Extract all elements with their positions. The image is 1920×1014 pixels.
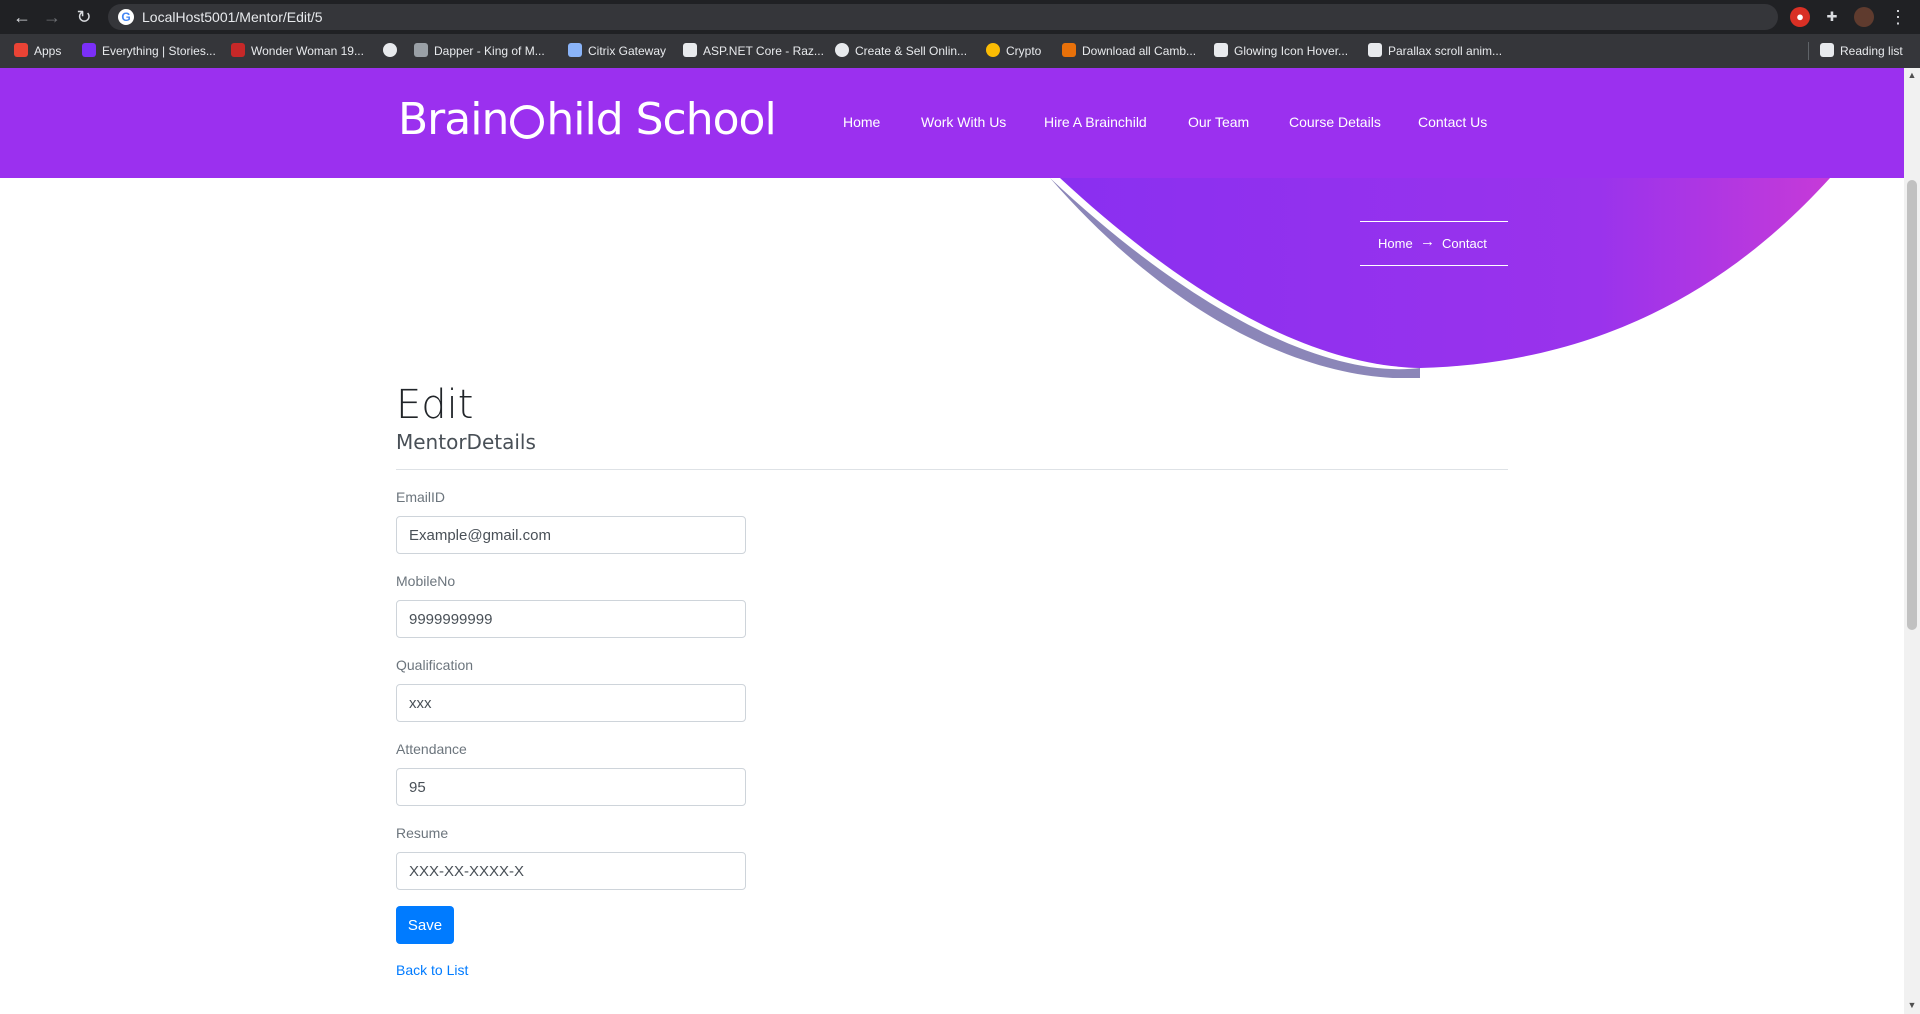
bookmarks-bar: Apps Everything | Stories... Wonder Woma…: [0, 34, 1920, 69]
qualification-label: Qualification: [396, 657, 474, 673]
bookmark-item[interactable]: Download all Camb...: [1062, 42, 1196, 60]
bookmark-item[interactable]: [383, 42, 403, 60]
nav-our-team[interactable]: Our Team: [1188, 114, 1249, 130]
nav-course-details[interactable]: Course Details: [1289, 114, 1381, 130]
logo-mark-icon: [510, 105, 545, 139]
codepen-icon: [1368, 43, 1382, 57]
bookmark-item[interactable]: Glowing Icon Hover...: [1214, 42, 1348, 60]
codepen-icon: [1214, 43, 1228, 57]
attendance-field[interactable]: [396, 768, 746, 806]
extension-icon[interactable]: ●: [1790, 7, 1810, 27]
avatar[interactable]: [1854, 7, 1874, 27]
bookmark-apps[interactable]: Apps: [14, 42, 61, 60]
bookmark-item[interactable]: Create & Sell Onlin...: [835, 42, 967, 60]
bookmark-favicon-icon: [82, 43, 96, 57]
scroll-down-icon[interactable]: ▼: [1904, 998, 1920, 1012]
breadcrumb-home[interactable]: Home: [1378, 236, 1413, 251]
lock-icon: [568, 43, 582, 57]
reading-list-icon: [1820, 43, 1834, 57]
bookmark-favicon-icon: [414, 43, 428, 57]
bookmark-item[interactable]: Everything | Stories...: [82, 42, 216, 60]
apps-icon: [14, 43, 28, 57]
bookmark-item[interactable]: Parallax scroll anim...: [1368, 42, 1502, 60]
bookmark-favicon-icon: [1062, 43, 1076, 57]
site-logo[interactable]: Brain hild School: [398, 94, 777, 145]
address-url[interactable]: LocalHost5001/Mentor/Edit/5: [142, 9, 323, 25]
qualification-field[interactable]: [396, 684, 746, 722]
save-button[interactable]: Save: [396, 906, 454, 944]
reload-icon[interactable]: ↻: [72, 5, 96, 29]
breadcrumb-current: Contact: [1442, 236, 1487, 251]
site-header: Brain hild School Home Work With Us Hire …: [0, 68, 1904, 178]
google-icon: G: [118, 9, 134, 25]
coin-icon: [986, 43, 1000, 57]
bookmark-item[interactable]: ASP.NET Core - Raz...: [683, 42, 824, 60]
bookmark-item[interactable]: Crypto: [986, 42, 1041, 60]
mobile-field[interactable]: [396, 600, 746, 638]
bookmark-item[interactable]: Wonder Woman 19...: [231, 42, 364, 60]
nav-contact-us[interactable]: Contact Us: [1418, 114, 1487, 130]
email-field[interactable]: [396, 516, 746, 554]
nav-hire-a-brainchild[interactable]: Hire A Brainchild: [1044, 114, 1147, 130]
hero-wave-decoration: [1050, 178, 1830, 378]
reading-list-button[interactable]: Reading list: [1820, 42, 1903, 60]
back-icon[interactable]: ←: [10, 5, 34, 29]
email-label: EmailID: [396, 489, 446, 505]
globe-icon: [383, 43, 397, 57]
menu-icon[interactable]: ⋮: [1886, 5, 1910, 29]
arrow-right-icon: →: [1420, 233, 1435, 250]
bookmark-favicon-icon: [683, 43, 697, 57]
nav-work-with-us[interactable]: Work With Us: [921, 114, 1006, 130]
globe-icon: [835, 43, 849, 57]
forward-icon[interactable]: →: [40, 5, 64, 29]
divider: [396, 469, 1508, 470]
breadcrumb: Home → Contact: [1360, 221, 1508, 266]
scrollbar-thumb[interactable]: [1907, 180, 1917, 630]
resume-field[interactable]: [396, 852, 746, 890]
page-title: Edit: [396, 382, 474, 428]
bookmark-favicon-icon: [231, 43, 245, 57]
nav-home[interactable]: Home: [843, 114, 880, 130]
page-subtitle: MentorDetails: [396, 430, 536, 454]
back-to-list-link[interactable]: Back to List: [396, 962, 468, 978]
divider: [1808, 42, 1809, 60]
scroll-up-icon[interactable]: ▲: [1904, 68, 1920, 82]
address-bar[interactable]: G LocalHost5001/Mentor/Edit/5: [108, 4, 1778, 30]
resume-label: Resume: [396, 825, 449, 841]
attendance-label: Attendance: [396, 741, 467, 757]
bookmark-item[interactable]: Dapper - King of M...: [414, 42, 545, 60]
browser-toolbar: ← → ↻ G LocalHost5001/Mentor/Edit/5 ● ✚ …: [0, 0, 1920, 34]
puzzle-icon[interactable]: ✚: [1822, 7, 1842, 27]
bookmark-item[interactable]: Citrix Gateway: [568, 42, 666, 60]
mobile-label: MobileNo: [396, 573, 456, 589]
